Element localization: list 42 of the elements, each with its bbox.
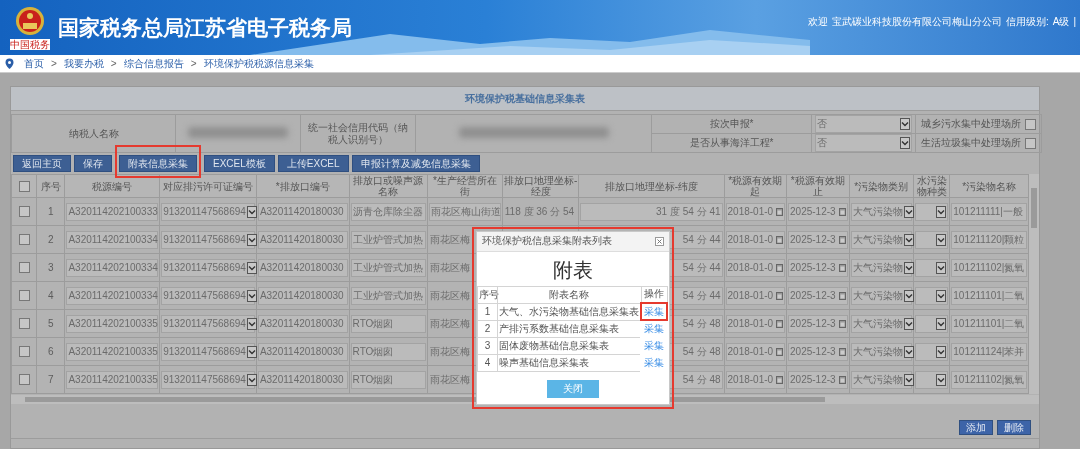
form-title: 环境保护税基础信息采集表 xyxy=(11,87,1039,111)
table-cell: 大气、水污染物基础信息采集表 xyxy=(497,303,642,320)
breadcrumb-separator: > xyxy=(110,57,117,70)
column-header: *污染物类别 xyxy=(849,174,914,198)
checkbox-label: 生活垃圾集中处理场所 xyxy=(921,137,1021,149)
credit-label: 信用级别: xyxy=(1005,16,1049,28)
column-header: 序号 xyxy=(36,174,65,198)
dialog-heading: 附表 xyxy=(552,257,593,282)
table-cell: 噪声基础信息采集表 xyxy=(497,354,642,371)
column-header: 对应排污许可证编号 xyxy=(159,174,257,198)
table-cell: 固体废物基础信息采集表 xyxy=(497,337,642,354)
welcome-text: 欢迎 xyxy=(807,16,828,28)
column-header: *排放口编号 xyxy=(256,174,350,198)
breadcrumb-separator: > xyxy=(190,57,197,70)
site-title: 国家税务总局江苏省电子税务局 xyxy=(58,14,352,41)
company-name: 宝武碳业科技股份有限公司梅山分公司 xyxy=(831,16,1002,28)
field-label: 纳税人名称 xyxy=(11,114,176,153)
column-header: *污染物名称 xyxy=(949,174,1029,198)
column-header: 排放口或噪声源名称 xyxy=(349,174,428,198)
field-label: 是否从事海洋工程* xyxy=(651,133,812,153)
row-number: 2 xyxy=(477,320,498,337)
column-header: *税源有效期止 xyxy=(786,174,849,198)
column-header: 附表名称 xyxy=(497,286,642,303)
column-header: *税源有效期起 xyxy=(724,174,787,198)
column-header: 税源编号 xyxy=(64,174,160,198)
column-header: 水污染物种类 xyxy=(913,174,950,198)
separator-text: | xyxy=(1073,16,1076,28)
row-number: 1 xyxy=(477,303,498,320)
column-header: 排放口地理坐标-经度 xyxy=(502,174,579,198)
logo-caption: 中国税务 xyxy=(10,39,50,50)
column-header: 排放口地理坐标-纬度 xyxy=(578,174,725,198)
checkbox-label: 城乡污水集中处理场所 xyxy=(921,118,1021,130)
column-header: *生产经营所在街 xyxy=(427,174,503,198)
table-cell: 产排污系数基础信息采集表 xyxy=(497,320,642,337)
row-number: 4 xyxy=(477,354,498,371)
column-header: 序号 xyxy=(477,286,498,303)
breadcrumb-separator: > xyxy=(51,57,57,70)
field-label: 按次申报* xyxy=(651,114,812,134)
column-header: 操作 xyxy=(641,286,668,303)
dialog-title: 环境保护税信息采集附表列表 xyxy=(481,235,612,247)
row-number: 3 xyxy=(477,337,498,354)
credit-level: A级 xyxy=(1052,16,1070,28)
